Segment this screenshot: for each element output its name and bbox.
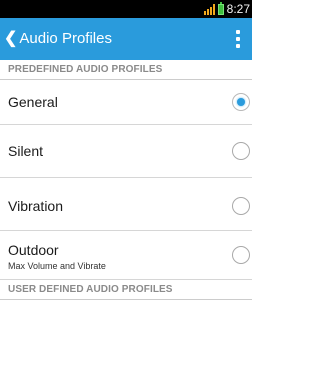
profile-row-vibration[interactable]: Vibration (0, 178, 252, 231)
more-vert-icon (236, 30, 240, 34)
radio-button-general[interactable] (232, 93, 250, 111)
chevron-left-icon: ❮ (4, 30, 18, 47)
app-title: Audio Profiles (19, 30, 112, 47)
section-header-predefined: PREDEFINED AUDIO PROFILES (0, 60, 252, 80)
section-header-label: PREDEFINED AUDIO PROFILES (8, 64, 163, 75)
signal-icon (203, 3, 215, 15)
status-time: 8:27 (226, 2, 250, 16)
status-bar: 8:27 (0, 0, 252, 18)
profile-subtitle: Max Volume and Vibrate (8, 261, 106, 271)
profile-title: Outdoor (8, 242, 59, 258)
radio-button-vibration[interactable] (232, 197, 250, 215)
radio-button-outdoor[interactable] (232, 246, 250, 264)
profile-row-silent[interactable]: Silent (0, 125, 252, 178)
back-button[interactable]: ❮ Audio Profiles (4, 18, 112, 60)
profile-title: General (8, 94, 58, 110)
battery-icon (217, 1, 224, 15)
status-icons: 8:27 (203, 1, 250, 16)
overflow-menu-button[interactable] (234, 30, 242, 48)
radio-button-silent[interactable] (232, 142, 250, 160)
section-header-user-defined: USER DEFINED AUDIO PROFILES (0, 280, 252, 300)
section-header-label: USER DEFINED AUDIO PROFILES (8, 284, 173, 295)
profile-row-outdoor[interactable]: Outdoor Max Volume and Vibrate (0, 231, 252, 280)
profile-title: Silent (8, 143, 44, 159)
profile-row-general[interactable]: General (0, 80, 252, 125)
app-bar: ❮ Audio Profiles (0, 18, 252, 60)
profile-title: Vibration (8, 198, 64, 214)
